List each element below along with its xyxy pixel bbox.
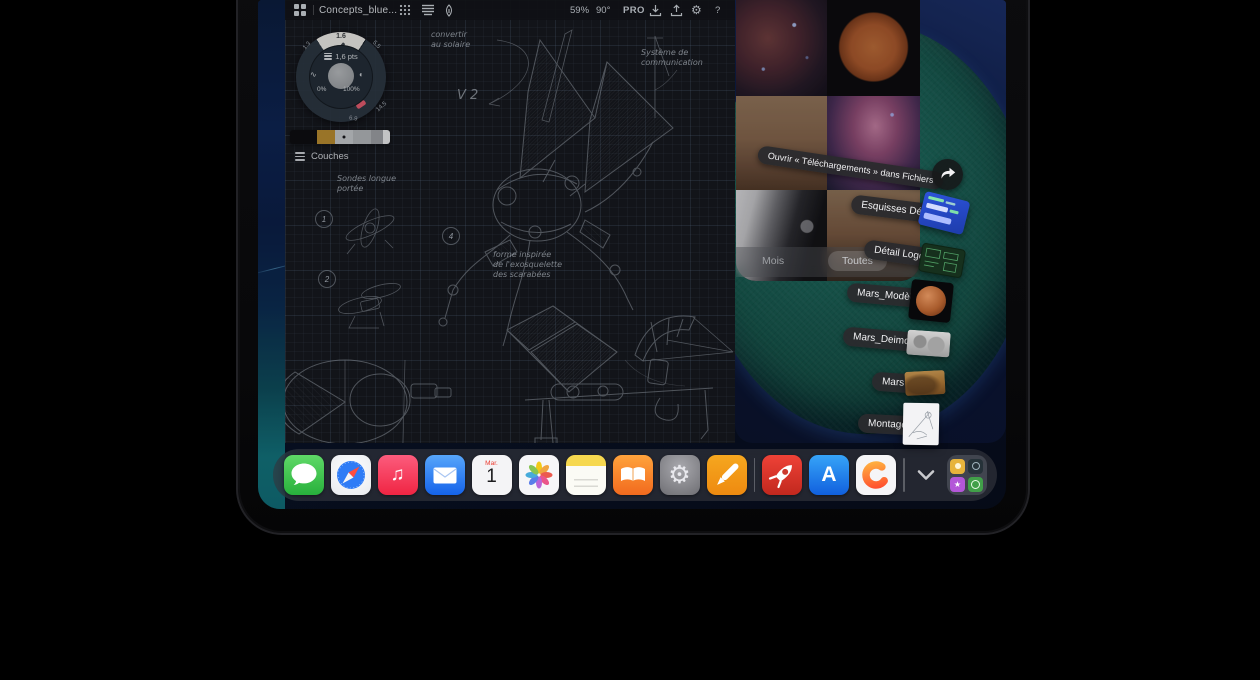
annotation-solar: convertir au solaire <box>431 30 470 50</box>
photo-thumbnail-mars-surface[interactable] <box>736 96 827 190</box>
tool-wheel[interactable]: 1.6 1.3 5.5 14.5 6.9 1,6 pts <box>296 32 386 122</box>
annotation-number-2: 2 <box>318 270 336 288</box>
share-forward-button[interactable] <box>932 159 963 190</box>
photo-thumbnail-mars-globe[interactable] <box>827 0 920 96</box>
app-menu-grid-icon[interactable] <box>294 0 306 20</box>
palette-swatch[interactable] <box>371 130 383 144</box>
pro-badge[interactable]: PRO <box>623 0 645 20</box>
tool-tick-4[interactable]: 6.9 <box>349 115 358 122</box>
annotation-comms: Système de communication <box>641 48 703 68</box>
pen-icon <box>707 455 747 495</box>
chat-bubble-icon <box>284 455 324 495</box>
annotation-number-4: 4 <box>442 227 460 245</box>
opacity-max: 100% <box>343 86 360 93</box>
concepts-swirl-icon <box>859 458 893 492</box>
dock-icon-photos[interactable] <box>519 455 559 495</box>
settings-gear-icon[interactable]: ⚙ <box>691 0 702 20</box>
import-icon[interactable] <box>649 0 662 20</box>
drag-thumb-deimos[interactable] <box>906 330 951 358</box>
rocket-icon <box>762 455 802 495</box>
gear-icon: ⚙ <box>668 463 690 488</box>
screenshot-root: convertir au solaire Système de communic… <box>0 0 1260 680</box>
smoothing-icon[interactable]: ∿ <box>310 70 317 79</box>
zoom-level[interactable]: 59% <box>570 0 589 20</box>
dock-icon-calendar[interactable]: Mar. 1 <box>472 455 512 495</box>
open-book-icon <box>620 466 646 484</box>
stroke-width-readout: 1,6 pts <box>296 52 386 61</box>
palette-swatch-selected[interactable] <box>335 130 353 144</box>
annotation-version: V 2 <box>457 88 478 104</box>
dock-icon-notes[interactable] <box>566 455 606 495</box>
calendar-day: 1 <box>486 467 497 486</box>
dock-chevron-button[interactable] <box>912 455 940 495</box>
opacity-min: 0% <box>317 86 326 93</box>
dock-icon-books[interactable] <box>613 455 653 495</box>
annotation-shape: forme inspirée de l'exosquelette des sca… <box>493 250 562 280</box>
compass-icon <box>331 455 371 495</box>
palette-swatch[interactable] <box>290 130 317 144</box>
envelope-icon <box>433 467 457 484</box>
document-title[interactable]: Concepts_blue... <box>319 0 397 20</box>
pen-nib-icon[interactable] <box>443 0 455 20</box>
active-tool-size: 1.6 <box>296 33 386 40</box>
brush-layers-icon[interactable] <box>421 0 435 20</box>
color-palette[interactable] <box>290 130 390 144</box>
palette-swatch[interactable] <box>317 130 335 144</box>
dock-icon-concepts[interactable] <box>856 455 896 495</box>
annotation-number-1: 1 <box>315 210 333 228</box>
dock-icon-app-store[interactable]: A <box>809 455 849 495</box>
dock-divider <box>754 458 756 492</box>
mini-app-lightbulb-icon <box>950 459 965 474</box>
help-button[interactable]: ? <box>715 0 720 20</box>
photo-thumbnail-nebula[interactable] <box>736 0 827 96</box>
dock: ♫ Mar. 1 <box>273 449 997 501</box>
tab-months[interactable]: Mois <box>762 255 784 267</box>
export-share-icon[interactable] <box>670 0 683 20</box>
layers-button[interactable]: Couches <box>295 151 349 162</box>
precision-grid-icon[interactable] <box>399 0 411 20</box>
opacity-icon[interactable]: ◐ <box>359 70 364 79</box>
app-store-letter: A <box>821 463 836 487</box>
dock-icon-mail[interactable] <box>425 455 465 495</box>
annotation-probes: Sondes longue portée <box>337 174 396 194</box>
toolbar-divider <box>313 5 314 15</box>
layers-icon <box>295 152 305 161</box>
line-weight-icon <box>324 53 332 61</box>
music-note-icon: ♫ <box>390 464 404 486</box>
drag-thumb-mars-globe[interactable] <box>908 279 954 323</box>
chevron-down-icon <box>915 469 937 481</box>
drag-thumb-montage[interactable] <box>903 403 940 446</box>
layers-label: Couches <box>311 151 349 162</box>
concepts-app: convertir au solaire Système de communic… <box>285 0 735 443</box>
dock-icon-settings[interactable]: ⚙ <box>660 455 700 495</box>
rotation-angle[interactable]: 90° <box>596 0 610 20</box>
wallpaper-left-strip <box>258 0 285 509</box>
photos-panel: Mois Toutes <box>736 0 920 281</box>
ipad-screen: convertir au solaire Système de communic… <box>258 0 1006 509</box>
photos-flower-icon <box>524 460 554 490</box>
mini-app-clock-icon <box>968 477 983 492</box>
dock-icon-messages[interactable] <box>284 455 324 495</box>
dock-icon-safari[interactable] <box>331 455 371 495</box>
drag-thumb-mars-landscape[interactable] <box>904 370 945 396</box>
palette-swatch[interactable] <box>353 130 371 144</box>
forward-arrow-icon <box>939 167 956 182</box>
dock-app-library[interactable]: ★ <box>947 455 987 495</box>
dock-icon-sketch-pen[interactable] <box>707 455 747 495</box>
palette-swatch[interactable] <box>383 130 390 144</box>
mini-app-camera-icon <box>968 459 983 474</box>
dock-divider <box>903 458 905 492</box>
dock-icon-music[interactable]: ♫ <box>378 455 418 495</box>
concepts-toolbar: Concepts_blue... 59% <box>285 0 735 20</box>
mini-app-star-icon: ★ <box>950 477 965 492</box>
dock-icon-rocket[interactable] <box>762 455 802 495</box>
